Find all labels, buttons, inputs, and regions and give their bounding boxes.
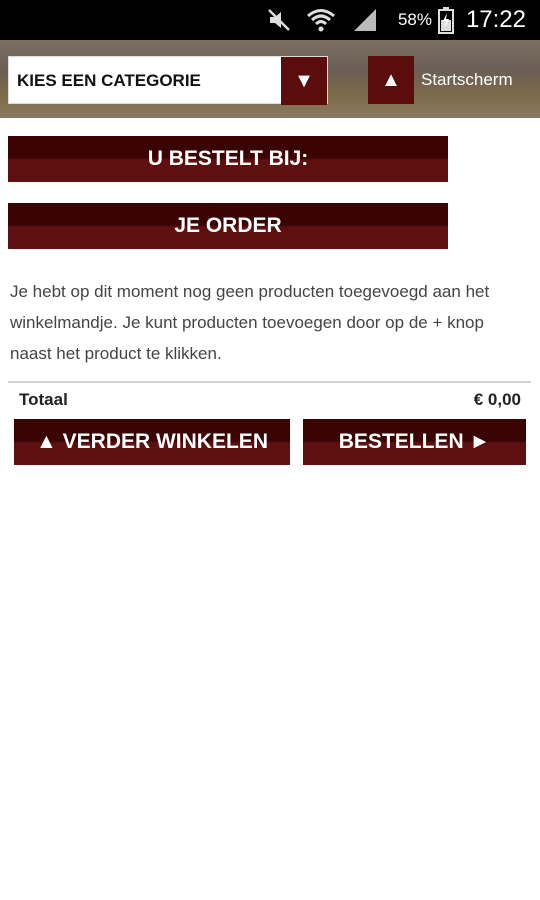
empty-cart-message: Je hebt op dit moment nog geen producten… xyxy=(10,282,490,363)
category-select[interactable]: KIES EEN CATEGORIE ▼ xyxy=(8,56,328,105)
clock: 17:22 xyxy=(465,6,526,33)
total-value: € 0,00 xyxy=(473,390,521,409)
divider xyxy=(8,381,531,383)
signal-icon xyxy=(352,0,378,40)
wifi-icon xyxy=(306,0,336,40)
home-up-icon[interactable]: ▲ xyxy=(368,56,414,104)
your-order-header: JE ORDER xyxy=(8,203,448,249)
mute-icon xyxy=(266,0,292,40)
order-button[interactable]: BESTELLEN ► xyxy=(303,419,526,465)
continue-shopping-button[interactable]: ▲ VERDER WINKELEN xyxy=(14,419,290,465)
order-from-header: U BESTELT BIJ: xyxy=(8,136,448,182)
category-select-label: KIES EEN CATEGORIE xyxy=(17,71,201,90)
home-link[interactable]: Startscherm xyxy=(421,56,513,104)
battery-icon xyxy=(438,0,454,40)
battery-percent: 58% xyxy=(397,10,432,29)
status-bar: 58% 17:22 xyxy=(0,0,540,40)
dropdown-arrow-icon[interactable]: ▼ xyxy=(281,57,327,105)
top-bar: KIES EEN CATEGORIE ▼ ▲ Startscherm xyxy=(0,40,540,118)
total-label: Totaal xyxy=(19,390,68,409)
